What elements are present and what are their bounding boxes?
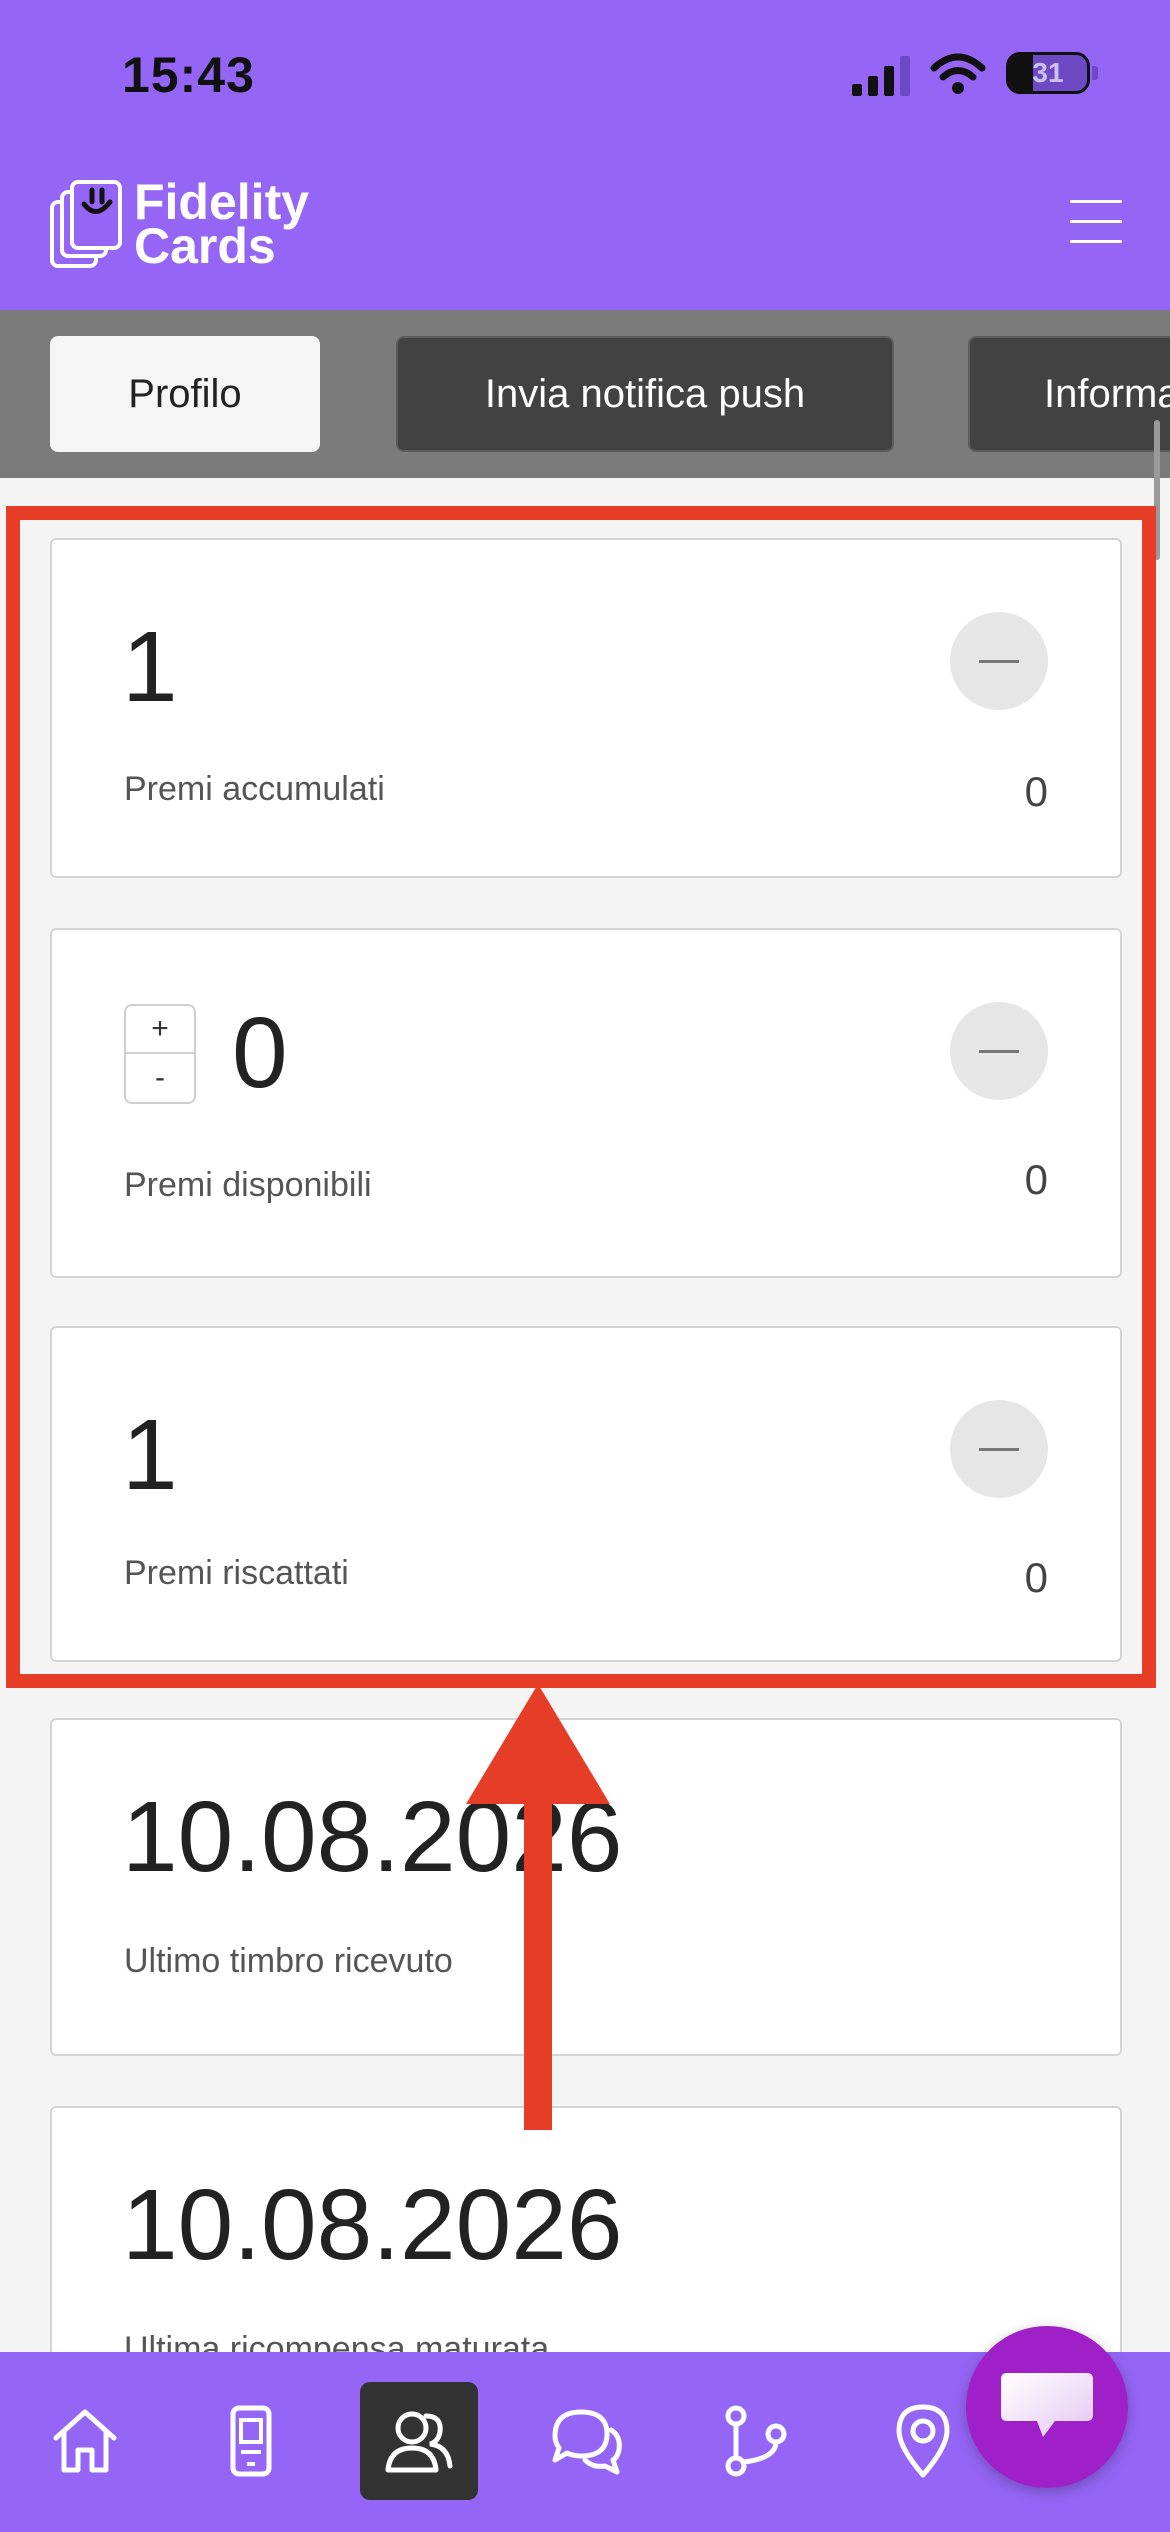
fidelity-cards-logo-icon — [50, 180, 122, 268]
tab-informazioni[interactable]: Informa — [968, 336, 1170, 452]
minus-button[interactable] — [950, 1400, 1048, 1498]
ultima-ricompensa-value: 10.08.2026 — [122, 2169, 623, 2281]
premi-riscattati-value: 1 — [122, 1399, 178, 1511]
premi-accumulati-value: 1 — [122, 611, 178, 723]
logo-text: Fidelity Cards — [134, 177, 309, 274]
app-header: Fidelity Cards — [0, 150, 1170, 310]
profile-content: 1 Premi accumulati 0 + - 0 Premi disponi… — [0, 478, 1170, 2352]
battery-tip — [1092, 66, 1098, 80]
tab-profilo[interactable]: Profilo — [50, 336, 320, 452]
tab-invia-notifica-push[interactable]: Invia notifica push — [396, 336, 894, 452]
stepper-plus-button[interactable]: + — [126, 1006, 194, 1054]
tab-bar: Profilo Invia notifica push Informa — [0, 310, 1170, 478]
card-premi-accumulati: 1 Premi accumulati 0 — [50, 538, 1122, 878]
logo-line-2: Cards — [134, 218, 276, 274]
battery-level: 31 — [1032, 57, 1064, 88]
status-bar: 15:43 31 — [0, 0, 1170, 150]
premi-accumulati-label: Premi accumulati — [124, 770, 385, 808]
status-time: 15:43 — [122, 47, 255, 103]
stepper-minus-button[interactable]: - — [126, 1054, 194, 1102]
hamburger-menu-icon[interactable] — [1070, 200, 1122, 246]
nav-location-icon[interactable] — [864, 2382, 982, 2500]
premi-accumulati-side-value: 0 — [1024, 768, 1048, 815]
minus-button[interactable] — [950, 1002, 1048, 1100]
minus-button[interactable] — [950, 612, 1048, 710]
premi-disponibili-value: 0 — [232, 997, 288, 1109]
premi-riscattati-side-value: 0 — [1024, 1554, 1048, 1601]
nav-users-icon[interactable] — [360, 2382, 478, 2500]
card-premi-riscattati: 1 Premi riscattati 0 — [50, 1326, 1122, 1662]
wifi-icon — [930, 53, 986, 94]
chat-bubble-icon — [1001, 2373, 1093, 2437]
premi-disponibili-label: Premi disponibili — [124, 1166, 372, 1204]
card-ultima-ricompensa: 10.08.2026 Ultima ricompensa maturata — [50, 2106, 1122, 2352]
battery-icon: 31 — [1006, 52, 1090, 94]
annotation-arrow-line — [524, 1760, 552, 2130]
ultima-ricompensa-label: Ultima ricompensa maturata — [124, 2330, 550, 2352]
ultimo-timbro-label: Ultimo timbro ricevuto — [124, 1942, 453, 1980]
nav-phone-icon[interactable] — [192, 2382, 310, 2500]
nav-home-icon[interactable] — [26, 2382, 144, 2500]
premi-riscattati-label: Premi riscattati — [124, 1554, 349, 1592]
cellular-signal-icon — [852, 56, 910, 96]
premi-disponibili-side-value: 0 — [1024, 1156, 1048, 1203]
nav-flow-icon[interactable] — [696, 2382, 814, 2500]
card-premi-disponibili: + - 0 Premi disponibili 0 — [50, 928, 1122, 1278]
quantity-stepper[interactable]: + - — [124, 1004, 196, 1104]
nav-chat-icon[interactable] — [528, 2382, 646, 2500]
chat-support-button[interactable] — [966, 2326, 1128, 2488]
